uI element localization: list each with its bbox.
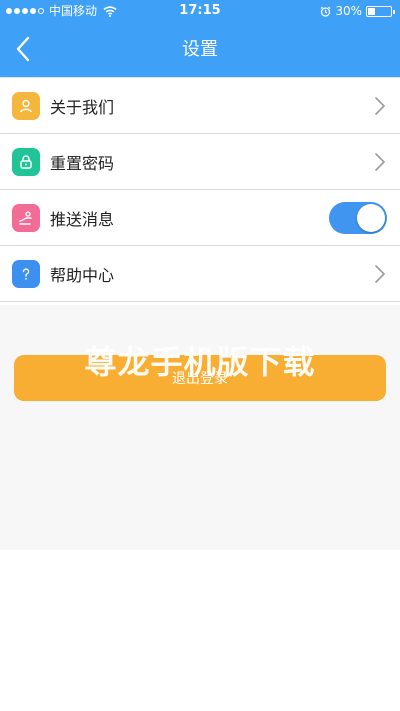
chevron-right-icon — [375, 265, 386, 283]
chevron-right-icon — [375, 97, 386, 115]
menu-item-label: 关于我们 — [50, 97, 115, 117]
question-icon — [12, 259, 40, 288]
logout-button[interactable]: 退出登录 — [14, 355, 386, 401]
user-icon — [12, 91, 40, 120]
menu-item-label: 推送消息 — [50, 209, 115, 229]
push-icon — [12, 203, 40, 232]
menu-item-label: 帮助中心 — [50, 265, 115, 285]
page-title: 设置 — [182, 39, 218, 60]
status-bar: 中国移动 17:15 30% — [0, 0, 400, 22]
menu-item-help-center[interactable]: 帮助中心 — [0, 246, 400, 302]
battery-percent: 30% — [335, 4, 362, 18]
toggle-knob — [357, 204, 385, 232]
alarm-clock-icon — [320, 6, 331, 17]
settings-menu: 关于我们 重置密码 推送消息 帮助中心 — [0, 77, 400, 302]
menu-item-push-notifications: 推送消息 — [0, 190, 400, 246]
menu-item-reset-password[interactable]: 重置密码 — [0, 134, 400, 190]
content-background — [0, 305, 400, 550]
menu-item-label: 重置密码 — [50, 153, 115, 173]
status-right: 30% — [320, 0, 395, 22]
navigation-bar: 设置 — [0, 22, 400, 77]
chevron-right-icon — [375, 153, 386, 171]
app-header: 中国移动 17:15 30% 设置 — [0, 0, 400, 77]
menu-item-about-us[interactable]: 关于我们 — [0, 78, 400, 134]
battery-icon — [366, 5, 395, 17]
battery-level-fill — [368, 7, 375, 15]
lock-icon — [12, 147, 40, 176]
push-notifications-toggle[interactable] — [329, 202, 387, 234]
